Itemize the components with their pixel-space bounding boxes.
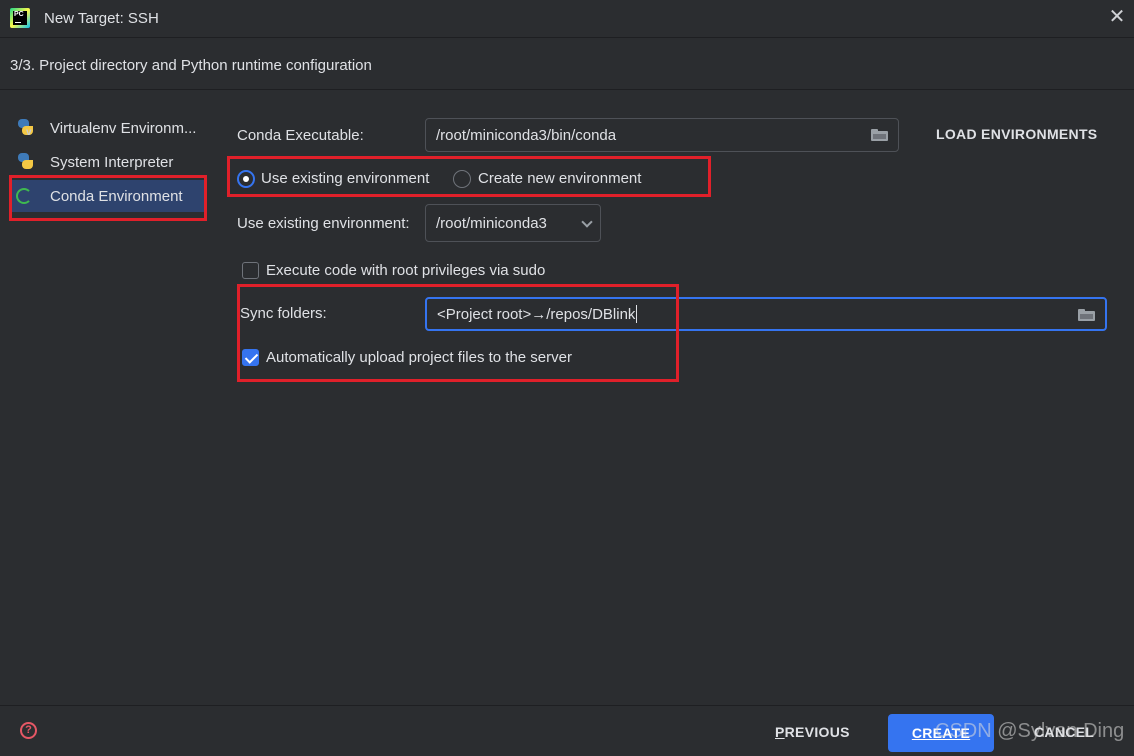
previous-mnemonic: P xyxy=(775,724,785,740)
existing-environment-value: /root/miniconda3 xyxy=(436,214,547,232)
auto-upload-checkbox[interactable] xyxy=(242,349,259,366)
load-environments-button[interactable]: LOAD ENVIRONMENTS xyxy=(936,126,1097,142)
create-new-environment-label[interactable]: Create new environment xyxy=(478,170,641,187)
python-venv-icon: v xyxy=(16,118,36,138)
existing-environment-label: Use existing environment: xyxy=(237,215,410,232)
folder-icon[interactable] xyxy=(1078,309,1095,321)
pycharm-logo-icon: PC xyxy=(10,8,30,28)
existing-environment-dropdown[interactable]: /root/miniconda3 xyxy=(425,204,601,242)
sidebar-item-label: Conda Environment xyxy=(50,187,183,205)
sidebar-item-conda-environment[interactable]: Conda Environment xyxy=(12,180,204,212)
conda-executable-input[interactable]: /root/miniconda3/bin/conda xyxy=(425,118,899,152)
conda-executable-value: /root/miniconda3/bin/conda xyxy=(436,126,617,144)
previous-label: REVIOUS xyxy=(784,724,850,740)
sidebar-item-label: Virtualenv Environm... xyxy=(50,119,197,137)
use-existing-environment-radio[interactable] xyxy=(237,170,255,188)
environment-type-list: v Virtualenv Environm... System Interpre… xyxy=(0,90,220,705)
sync-folders-label: Sync folders: xyxy=(240,305,327,322)
chevron-down-icon xyxy=(581,216,593,228)
step-title: 3/3. Project directory and Python runtim… xyxy=(10,57,372,74)
previous-button[interactable]: PREVIOUS xyxy=(775,724,850,740)
window-title: New Target: SSH xyxy=(44,10,159,27)
sidebar-item-system-interpreter[interactable]: System Interpreter xyxy=(12,146,204,178)
text-caret xyxy=(636,305,638,323)
folder-icon[interactable] xyxy=(871,129,888,141)
conda-icon xyxy=(16,186,36,206)
sync-folders-value: <Project root>→/repos/DBlink xyxy=(437,305,636,323)
close-icon[interactable]: ✕ xyxy=(1106,6,1128,28)
conda-executable-label: Conda Executable: xyxy=(237,127,364,144)
create-new-environment-radio[interactable] xyxy=(453,170,471,188)
python-icon xyxy=(16,152,36,172)
sidebar-item-label: System Interpreter xyxy=(50,153,174,171)
sudo-checkbox[interactable] xyxy=(242,262,259,279)
title-bar: PC New Target: SSH ✕ xyxy=(0,0,1134,38)
sudo-label[interactable]: Execute code with root privileges via su… xyxy=(266,262,545,279)
auto-upload-label[interactable]: Automatically upload project files to th… xyxy=(266,349,572,366)
sync-folders-input[interactable]: <Project root>→/repos/DBlink xyxy=(425,297,1107,331)
create-button[interactable]: CREATE xyxy=(888,714,994,752)
use-existing-environment-label[interactable]: Use existing environment xyxy=(261,170,429,187)
cancel-button[interactable]: CANCEL xyxy=(1034,724,1094,740)
step-header: 3/3. Project directory and Python runtim… xyxy=(0,38,1134,90)
dialog-footer: ? PREVIOUS CREATE CANCEL xyxy=(0,705,1134,756)
sidebar-item-virtualenv[interactable]: v Virtualenv Environm... xyxy=(12,112,204,144)
help-icon[interactable]: ? xyxy=(20,722,37,739)
